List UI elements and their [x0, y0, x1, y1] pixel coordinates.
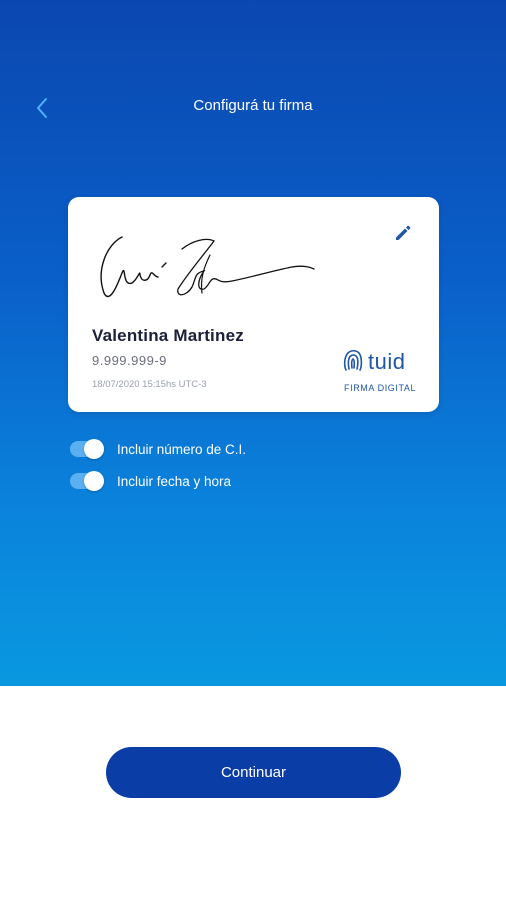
- signer-name: Valentina Martinez: [92, 326, 244, 345]
- include-ci-toggle[interactable]: [70, 439, 104, 459]
- pencil-icon: [396, 225, 411, 240]
- brand-subtitle: FIRMA DIGITAL: [344, 383, 417, 393]
- include-ci-label: Incluir número de C.I.: [117, 441, 247, 457]
- fingerprint-icon: [343, 349, 363, 371]
- signature-card: Valentina Martinez 9.999.999-9 18/07/202…: [68, 197, 439, 412]
- option-include-ci: Incluir número de C.I.: [70, 438, 246, 460]
- option-include-datetime: Incluir fecha y hora: [70, 470, 231, 492]
- ci-number: 9.999.999-9: [92, 353, 167, 368]
- edit-signature-button[interactable]: [391, 221, 415, 245]
- page-title: Configurá tu firma: [193, 97, 313, 114]
- include-datetime-toggle[interactable]: [70, 471, 104, 491]
- include-datetime-label: Incluir fecha y hora: [117, 473, 232, 489]
- tuid-brand: tuid FIRMA DIGITAL: [342, 347, 424, 397]
- toggle-knob: [84, 439, 104, 459]
- brand-wordmark: tuid: [368, 349, 406, 374]
- signature-datetime: 18/07/2020 15:15hs UTC-3: [92, 379, 207, 390]
- signature-image: [100, 236, 315, 298]
- toggle-knob: [84, 471, 104, 491]
- continue-button[interactable]: Continuar: [106, 747, 401, 798]
